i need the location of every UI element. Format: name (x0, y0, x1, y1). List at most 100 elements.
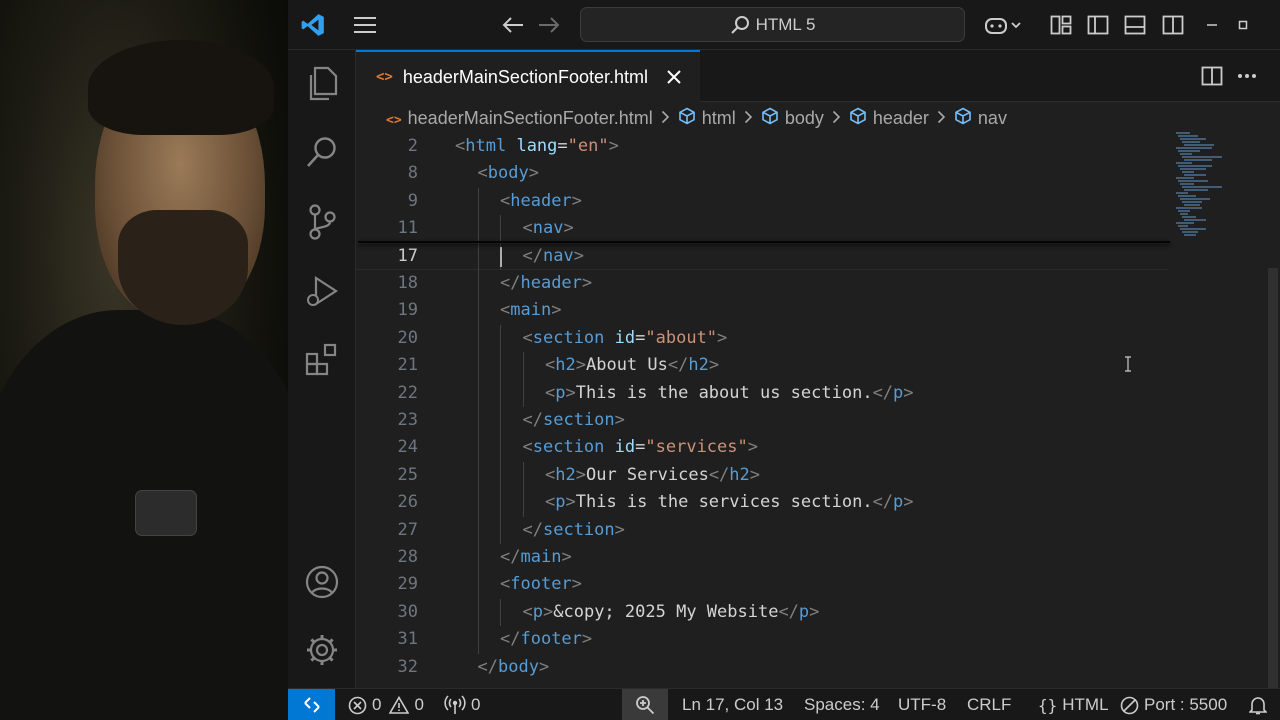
code-line[interactable]: 21 <h2>About Us</h2> (356, 352, 1168, 380)
code-line[interactable]: 8 <body> (356, 160, 1168, 187)
minimize-icon[interactable] (1199, 12, 1225, 38)
extensions-icon[interactable] (302, 340, 342, 380)
menu-icon[interactable] (352, 12, 378, 38)
code-line[interactable]: 25 <h2>Our Services</h2> (356, 461, 1168, 490)
minimap-line (1178, 150, 1200, 152)
code-line[interactable]: 32 </body> (356, 654, 1168, 681)
toggle-panel-icon[interactable] (1122, 12, 1148, 38)
breadcrumb-item-nav[interactable]: nav (954, 107, 1007, 130)
search-icon (730, 15, 749, 34)
code-text: </main> (500, 547, 572, 567)
minimap-line (1180, 228, 1206, 230)
code-line[interactable]: 29 <footer> (356, 571, 1168, 599)
indentation-indicator[interactable]: Spaces: 4 (804, 689, 880, 720)
editor-tab-bar: <> headerMainSectionFooter.html (356, 50, 1280, 102)
indent-guide (477, 324, 479, 353)
warning-icon (389, 696, 410, 714)
split-editor-icon[interactable] (1199, 63, 1225, 89)
code-line[interactable]: 28 </main> (356, 544, 1168, 572)
close-icon[interactable] (666, 69, 682, 85)
notifications-bell-icon[interactable] (1249, 689, 1267, 720)
problems-indicator[interactable]: 0 0 (348, 689, 424, 720)
minimap-line (1178, 210, 1190, 212)
explorer-icon[interactable] (302, 64, 342, 104)
maximize-icon[interactable] (1230, 12, 1256, 38)
code-line[interactable]: 31 </footer> (356, 626, 1168, 654)
code-line[interactable]: 11 <nav> (356, 215, 1168, 243)
customize-layout-icon[interactable] (1048, 12, 1074, 38)
tab-headerMainSectionFooter[interactable]: <> headerMainSectionFooter.html (356, 50, 700, 102)
minimap-line (1182, 171, 1194, 173)
minimap-line (1180, 138, 1206, 140)
chevron-right-icon (832, 108, 841, 129)
breadcrumb-item-body[interactable]: body (761, 107, 824, 130)
encoding-text: UTF-8 (898, 695, 947, 714)
ports-indicator[interactable]: 0 (444, 689, 480, 720)
code-line[interactable]: 24 <section id="services"> (356, 434, 1168, 462)
forward-arrow-icon[interactable] (536, 12, 562, 38)
indent-guide (477, 187, 479, 216)
minimap-line (1178, 135, 1198, 137)
indent-guide (500, 489, 501, 517)
run-debug-icon[interactable] (302, 272, 342, 312)
code-line[interactable]: 2 <html lang="en"> (356, 133, 1168, 160)
code-line[interactable]: 17 </nav> (356, 242, 1168, 270)
cursor-position[interactable]: Ln 17, Col 13 (682, 689, 783, 720)
line-number: 19 (397, 300, 418, 321)
braces-icon: {} (1038, 695, 1058, 715)
symbol-field-icon (849, 107, 867, 130)
ports-count: 0 (471, 695, 481, 714)
minimap[interactable] (1176, 132, 1246, 242)
minimap-line (1180, 153, 1192, 155)
indentation-text: Spaces: 4 (804, 695, 880, 714)
indent-guide (477, 407, 479, 435)
code-line[interactable]: 20 <section id="about"> (356, 324, 1168, 353)
vertical-scrollbar[interactable] (1268, 268, 1278, 693)
remote-indicator-button[interactable] (288, 689, 335, 720)
breadcrumb-item-header[interactable]: header (849, 107, 929, 130)
account-icon[interactable] (302, 562, 342, 602)
search-view-icon[interactable] (302, 132, 342, 172)
breadcrumb-item-html[interactable]: html (678, 107, 736, 130)
code-line[interactable]: 27 </section> (356, 516, 1168, 544)
text-cursor-icon (1124, 356, 1132, 372)
code-line[interactable]: 19 <main> (356, 297, 1168, 325)
live-server-port[interactable]: Port : 5500 (1120, 689, 1227, 720)
command-center-search[interactable]: HTML 5 (580, 7, 965, 42)
indent-guide (500, 407, 501, 435)
indent-guide (477, 352, 479, 380)
indent-guide (477, 270, 479, 298)
more-actions-icon[interactable] (1234, 63, 1260, 89)
title-bar: HTML 5 (288, 0, 1280, 50)
code-line[interactable]: 18 </header> (356, 270, 1168, 298)
minimap-line (1182, 141, 1200, 143)
code-line[interactable]: 23 </section> (356, 407, 1168, 435)
language-mode[interactable]: {} HTML (1038, 689, 1109, 720)
eol-indicator[interactable]: CRLF (967, 689, 1011, 720)
toggle-secondary-sidebar-icon[interactable] (1160, 12, 1186, 38)
code-line[interactable]: 22 <p>This is the about us section.</p> (356, 379, 1168, 407)
indent-guide (477, 434, 479, 462)
source-control-icon[interactable] (302, 202, 342, 242)
broadcast-icon (444, 695, 466, 714)
indent-guide (477, 379, 479, 407)
indent-guide (522, 461, 524, 490)
indent-guide (500, 324, 501, 353)
text-caret (500, 246, 502, 267)
encoding-indicator[interactable]: UTF-8 (898, 689, 946, 720)
zoom-button[interactable] (622, 689, 668, 720)
code-line[interactable]: 26 <p>This is the services section.</p> (356, 489, 1168, 517)
minimap-line (1180, 213, 1188, 215)
back-arrow-icon[interactable] (500, 12, 526, 38)
code-line[interactable]: 30 <p>&copy; 2025 My Website</p> (356, 598, 1168, 627)
code-line[interactable]: 9 <header> (356, 187, 1168, 216)
breadcrumb-item-headermainsectionfooter-html[interactable]: <> headerMainSectionFooter.html (386, 108, 653, 129)
settings-gear-icon[interactable] (302, 630, 342, 670)
code-text: </nav> (522, 245, 584, 266)
copilot-icon[interactable] (983, 12, 1023, 38)
toggle-primary-sidebar-icon[interactable] (1085, 12, 1111, 38)
html-file-icon: <> (376, 69, 393, 85)
indent-guide (477, 571, 479, 599)
minimap-line (1182, 156, 1222, 158)
code-editor[interactable]: 2 <html lang="en"> 8 <body> 9 <header> 11 <nav>… (356, 132, 1280, 688)
